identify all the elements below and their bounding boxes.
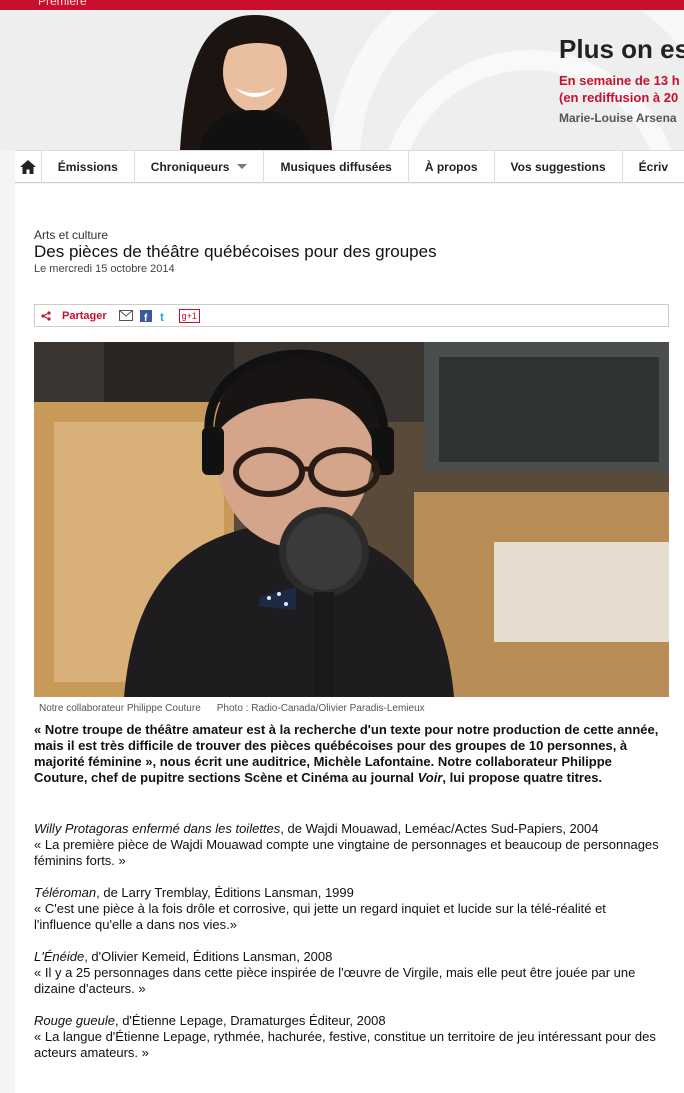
lede-text-b: , lui propose quatre titres.	[442, 770, 603, 785]
book-title: Rouge gueule	[34, 1013, 115, 1028]
lede-publication: Voir	[417, 770, 443, 785]
book-heading: Rouge gueule, d'Étienne Lepage, Dramatur…	[34, 1013, 659, 1029]
book-entry: Rouge gueule, d'Étienne Lepage, Dramatur…	[34, 1013, 659, 1061]
nav-suggestions[interactable]: Vos suggestions	[495, 150, 623, 183]
top-bar: Première	[0, 0, 684, 10]
book-title: Téléroman	[34, 885, 97, 900]
main-nav: Émissions Chroniqueurs Musiques diffusée…	[15, 150, 684, 183]
chevron-down-icon	[237, 164, 248, 169]
article-date: Le mercredi 15 octobre 2014	[34, 263, 175, 275]
nav-ecrivez-label: Écriv	[638, 159, 668, 174]
share-label[interactable]: Partager	[62, 310, 107, 322]
show-title[interactable]: Plus on es	[559, 34, 684, 65]
share-icon[interactable]	[41, 310, 51, 321]
schedule-line-2: (en rediffusion à 20	[559, 90, 679, 105]
book-heading: Willy Protagoras enfermé dans les toilet…	[34, 821, 659, 837]
caption-text: Notre collaborateur Philippe Couture	[39, 703, 201, 714]
nav-a-propos[interactable]: À propos	[409, 150, 495, 183]
article-photo	[34, 342, 669, 697]
book-meta: , de Wajdi Mouawad, Leméac/Actes Sud-Pap…	[280, 821, 599, 836]
nav-chroniqueurs-label: Chroniqueurs	[150, 159, 230, 174]
book-entry: L'Énéide, d'Olivier Kemeid, Éditions Lan…	[34, 949, 659, 997]
article-category[interactable]: Arts et culture	[34, 228, 108, 242]
facebook-icon[interactable]: f	[139, 309, 152, 322]
schedule-line-1: En semaine de 13 h	[559, 73, 680, 88]
svg-text:t: t	[160, 310, 164, 322]
show-banner: Plus on es En semaine de 13 h (en rediff…	[0, 10, 684, 150]
book-title: L'Énéide	[34, 949, 85, 964]
nav-emissions[interactable]: Émissions	[42, 150, 135, 183]
book-heading: L'Énéide, d'Olivier Kemeid, Éditions Lan…	[34, 949, 659, 965]
nav-musiques-label: Musiques diffusées	[280, 159, 392, 174]
nav-home[interactable]	[15, 150, 42, 183]
share-bar: Partager f t g+1	[34, 304, 669, 327]
book-quote: « La première pièce de Wajdi Mouawad com…	[34, 837, 659, 868]
book-meta: , de Larry Tremblay, Éditions Lansman, 1…	[96, 885, 354, 900]
book-title: Willy Protagoras enfermé dans les toilet…	[34, 821, 281, 836]
book-entry: Willy Protagoras enfermé dans les toilet…	[34, 821, 659, 869]
photo-caption: Notre collaborateur Philippe Couture Phot…	[39, 703, 425, 714]
book-meta: , d'Étienne Lepage, Dramaturges Éditeur,…	[114, 1013, 386, 1028]
photo-credit: Photo : Radio-Canada/Olivier Paradis-Lem…	[216, 703, 425, 714]
email-icon[interactable]	[118, 310, 133, 321]
twitter-icon[interactable]: t	[159, 310, 172, 322]
article-card: Arts et culture Des pièces de théâtre qu…	[15, 184, 684, 1093]
nav-chroniqueurs[interactable]: Chroniqueurs	[135, 150, 265, 183]
nav-emissions-label: Émissions	[57, 159, 118, 174]
article-title: Des pièces de théâtre québécoises pour d…	[34, 242, 437, 261]
gplus-icon[interactable]: g+1	[178, 308, 200, 323]
nav-suggestions-label: Vos suggestions	[510, 159, 606, 174]
book-meta: , d'Olivier Kemeid, Éditions Lansman, 20…	[84, 949, 333, 964]
book-quote: « Il y a 25 personnages dans cette pièce…	[34, 965, 636, 996]
home-icon	[19, 159, 36, 174]
article-lede: « Notre troupe de théâtre amateur est à …	[34, 722, 659, 786]
nav-musiques[interactable]: Musiques diffusées	[264, 150, 409, 183]
nav-ecrivez[interactable]: Écriv	[623, 151, 684, 183]
host-portrait	[180, 15, 332, 150]
book-quote: « C'est une pièce à la fois drôle et cor…	[34, 901, 606, 932]
show-schedule: En semaine de 13 h (en rediffusion à 20	[559, 72, 680, 106]
show-host: Marie-Louise Arsena	[559, 111, 677, 125]
gplus-label: g+1	[181, 310, 197, 321]
network-brand[interactable]: Première	[38, 0, 87, 8]
book-quote: « La langue d'Étienne Lepage, rythmée, h…	[34, 1029, 656, 1060]
nav-a-propos-label: À propos	[424, 159, 478, 174]
book-heading: Téléroman, de Larry Tremblay, Éditions L…	[34, 885, 659, 901]
book-entry: Téléroman, de Larry Tremblay, Éditions L…	[34, 885, 659, 933]
